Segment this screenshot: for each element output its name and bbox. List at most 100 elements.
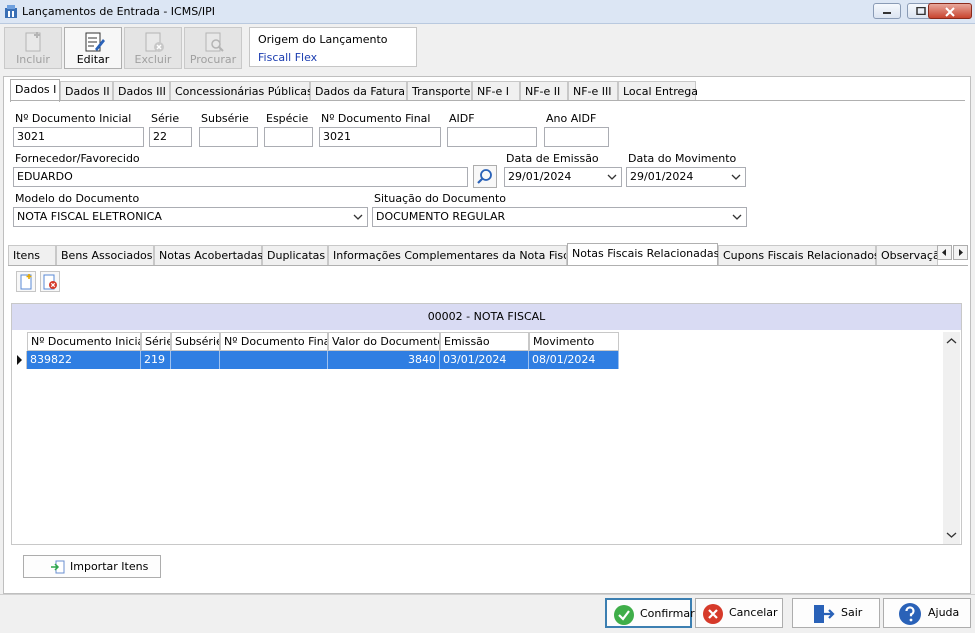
- tab-nfe-ii[interactable]: NF-e II: [520, 81, 568, 101]
- tab-concessionarias[interactable]: Concessionárias Públicas: [170, 81, 313, 101]
- close-button[interactable]: [928, 3, 972, 19]
- tab-dados-ii[interactable]: Dados II: [60, 81, 113, 101]
- ajuda-button[interactable]: Ajuda: [883, 598, 971, 628]
- doc-final-input[interactable]: 3021: [319, 127, 441, 147]
- table-cell[interactable]: [171, 351, 220, 369]
- col-serie[interactable]: Série: [141, 332, 171, 351]
- modelo-select[interactable]: NOTA FISCAL ELETRONICA: [13, 207, 368, 227]
- subtab-informacoes[interactable]: Informações Complementares da Nota Fisca…: [328, 245, 567, 265]
- import-items-label: Importar Itens: [70, 560, 149, 573]
- col-movimento[interactable]: Movimento: [529, 332, 619, 351]
- table-cell[interactable]: 3840: [328, 351, 440, 369]
- table-cell[interactable]: 839822: [27, 351, 141, 369]
- tab-nfe-i[interactable]: NF-e I: [472, 81, 520, 101]
- table-cell[interactable]: 03/01/2024: [440, 351, 529, 369]
- window-title: Lançamentos de Entrada - ICMS/IPI: [22, 5, 216, 18]
- table-cell[interactable]: 219: [141, 351, 171, 369]
- subtab-duplicatas[interactable]: Duplicatas: [262, 245, 328, 265]
- data-emissao-label: Data de Emissão: [506, 152, 599, 165]
- editar-button[interactable]: Editar: [64, 27, 122, 69]
- procurar-button[interactable]: Procurar: [184, 27, 242, 69]
- minimize-button[interactable]: [873, 3, 901, 19]
- col-valor[interactable]: Valor do Documento: [328, 332, 440, 351]
- import-icon: [51, 560, 65, 574]
- tab-dados-fatura[interactable]: Dados da Fatura: [310, 81, 407, 101]
- row-indicator: [12, 351, 27, 369]
- subtab-divider: [8, 265, 968, 266]
- tab-nfe-iii[interactable]: NF-e III: [568, 81, 618, 101]
- table-cell[interactable]: 08/01/2024: [529, 351, 619, 369]
- confirmar-button[interactable]: Confirmar: [605, 598, 695, 628]
- app-icon: [4, 4, 18, 19]
- import-items-button[interactable]: Importar Itens: [23, 555, 161, 578]
- serie-label: Série: [151, 112, 180, 125]
- data-movimento-value: 29/01/2024: [630, 170, 694, 183]
- edit-icon: [85, 32, 105, 52]
- ano-aidf-label: Ano AIDF: [546, 112, 597, 125]
- subserie-input[interactable]: [199, 127, 258, 147]
- sair-button[interactable]: Sair: [792, 598, 880, 628]
- cancelar-button[interactable]: Cancelar: [695, 598, 783, 628]
- especie-label: Espécie: [266, 112, 309, 125]
- chevron-down-icon: [732, 214, 742, 220]
- data-movimento-picker[interactable]: 29/01/2024: [626, 167, 746, 187]
- tab-scroll-left[interactable]: [937, 245, 952, 260]
- ajuda-label: Ajuda: [928, 606, 960, 619]
- chevron-up-icon: [946, 338, 957, 344]
- tab-dados-iii[interactable]: Dados III: [113, 81, 170, 101]
- fornecedor-input[interactable]: EDUARDO: [13, 167, 468, 187]
- chevron-down-icon: [731, 174, 741, 180]
- subtab-notas-relacionadas[interactable]: Notas Fiscais Relacionadas: [567, 243, 719, 266]
- col-subserie[interactable]: Subsérie: [171, 332, 220, 351]
- fornecedor-label: Fornecedor/Favorecido: [15, 152, 140, 165]
- grid-group-title: 00002 - NOTA FISCAL: [12, 304, 961, 330]
- grid-vertical-scrollbar[interactable]: [943, 332, 960, 544]
- origin-label: Origem do Lançamento: [258, 33, 388, 46]
- exit-door-icon: [814, 605, 835, 623]
- data-emissao-value: 29/01/2024: [508, 170, 572, 183]
- excluir-button[interactable]: Excluir: [124, 27, 182, 69]
- fornecedor-search-button[interactable]: [473, 165, 497, 188]
- serie-input[interactable]: 22: [149, 127, 192, 147]
- tab-dados-i[interactable]: Dados I: [10, 79, 60, 102]
- search-document-icon: [205, 32, 224, 52]
- tab-transporte[interactable]: Transporte: [407, 81, 472, 101]
- arrow-right-icon: [959, 249, 963, 256]
- modelo-value: NOTA FISCAL ELETRONICA: [17, 210, 162, 223]
- tab-local-entrega[interactable]: Local Entrega: [618, 81, 698, 101]
- chevron-down-icon: [353, 214, 363, 220]
- chevron-down-icon: [946, 532, 957, 538]
- modelo-label: Modelo do Documento: [15, 192, 140, 205]
- help-icon: [899, 603, 921, 625]
- delete-document-icon: [145, 32, 164, 52]
- table-cell[interactable]: [220, 351, 328, 369]
- confirmar-label: Confirmar: [640, 607, 695, 620]
- subtab-cupons[interactable]: Cupons Fiscais Relacionados: [718, 245, 880, 265]
- origin-value: Fiscall Flex: [258, 51, 318, 64]
- situacao-select[interactable]: DOCUMENTO REGULAR: [372, 207, 747, 227]
- col-doc-final[interactable]: Nº Documento Final: [220, 332, 328, 351]
- tab-scroll-right[interactable]: [953, 245, 968, 260]
- col-emissao[interactable]: Emissão: [440, 332, 529, 351]
- add-note-button[interactable]: [16, 271, 36, 292]
- subtab-notas-acobertadas[interactable]: Notas Acobertadas: [154, 245, 263, 265]
- col-doc-inicial[interactable]: Nº Documento Inicial: [27, 332, 141, 351]
- aidf-input[interactable]: [447, 127, 537, 147]
- add-document-icon: [20, 274, 32, 290]
- subtab-observacao[interactable]: Observaçã: [876, 245, 938, 265]
- cancelar-label: Cancelar: [729, 606, 778, 619]
- origin-box: Origem do Lançamento Fiscall Flex: [249, 27, 417, 67]
- tab-divider: [10, 100, 965, 101]
- cancel-icon: [703, 604, 723, 624]
- ano-aidf-input[interactable]: [544, 127, 609, 147]
- doc-final-label: Nº Documento Final: [321, 112, 431, 125]
- remove-note-button[interactable]: [40, 271, 60, 292]
- new-document-icon: [25, 32, 41, 52]
- especie-input[interactable]: [264, 127, 313, 147]
- chevron-down-icon: [607, 174, 617, 180]
- incluir-button[interactable]: Incluir: [4, 27, 62, 69]
- subtab-bens-associados[interactable]: Bens Associados: [56, 245, 154, 265]
- data-emissao-picker[interactable]: 29/01/2024: [504, 167, 622, 187]
- subtab-itens[interactable]: Itens: [8, 245, 56, 265]
- doc-inicial-input[interactable]: 3021: [13, 127, 144, 147]
